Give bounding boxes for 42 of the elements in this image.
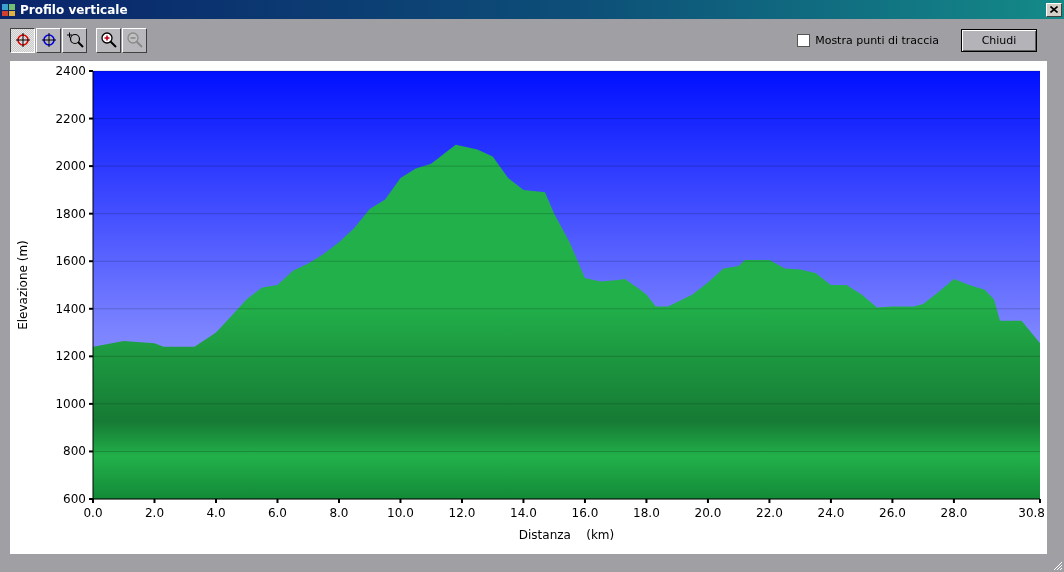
resize-grip[interactable] bbox=[1052, 560, 1063, 571]
crosshair-icon bbox=[14, 32, 31, 48]
close-dialog-button[interactable]: Chiudi bbox=[961, 28, 1037, 52]
y-tick-label: 2000 bbox=[55, 159, 86, 174]
y-tick-label: 600 bbox=[63, 492, 86, 506]
y-tick-label: 1000 bbox=[55, 396, 86, 411]
x-tick-label: 8.0 bbox=[329, 506, 349, 520]
close-button[interactable] bbox=[1046, 2, 1062, 17]
y-tick-label: 2400 bbox=[55, 64, 86, 78]
y-tick-label: 1600 bbox=[55, 254, 86, 269]
y-axis-title: Elevazione (m) bbox=[16, 240, 30, 330]
x-tick-label: 24.0 bbox=[817, 506, 845, 520]
y-tick-label: 800 bbox=[63, 444, 86, 459]
y-tick-label: 1800 bbox=[55, 206, 86, 221]
x-tick-label: 16.0 bbox=[571, 506, 599, 520]
x-tick-label: 20.0 bbox=[694, 506, 722, 520]
x-tick-label: 22.0 bbox=[756, 506, 783, 520]
y-tick-label: 2200 bbox=[55, 111, 86, 126]
x-tick-label: 12.0 bbox=[448, 506, 476, 520]
x-tick-label: 18.0 bbox=[633, 506, 660, 520]
x-tick-label: 4.0 bbox=[206, 506, 226, 520]
x-tick-label: 26.0 bbox=[879, 506, 906, 520]
zoom-out-icon bbox=[125, 31, 144, 49]
x-tick-label: 30.8 bbox=[1018, 506, 1045, 520]
y-tick-label: 1400 bbox=[55, 301, 86, 316]
x-tick-label: 2.0 bbox=[144, 506, 165, 520]
y-tick-label: 1200 bbox=[55, 349, 86, 364]
x-tick-label: 10.0 bbox=[387, 506, 414, 520]
app-icon bbox=[2, 2, 16, 17]
checkbox-label: Mostra punti di traccia bbox=[815, 33, 939, 47]
x-tick-label: 14.0 bbox=[510, 506, 537, 520]
crosshair-icon bbox=[40, 32, 57, 48]
window-title: Profilo verticale bbox=[20, 2, 129, 17]
checkbox[interactable] bbox=[797, 33, 811, 47]
x-tick-label: 28.0 bbox=[940, 506, 968, 520]
x-axis-title: Distanza (km) bbox=[518, 528, 615, 542]
tool-button[interactable] bbox=[10, 27, 35, 53]
close-icon bbox=[1050, 6, 1058, 13]
x-tick-label: 0.0 bbox=[83, 506, 103, 520]
zoom-in-icon bbox=[99, 31, 118, 49]
zoom-area-icon bbox=[65, 31, 84, 49]
x-tick-label: 6.0 bbox=[267, 506, 288, 520]
